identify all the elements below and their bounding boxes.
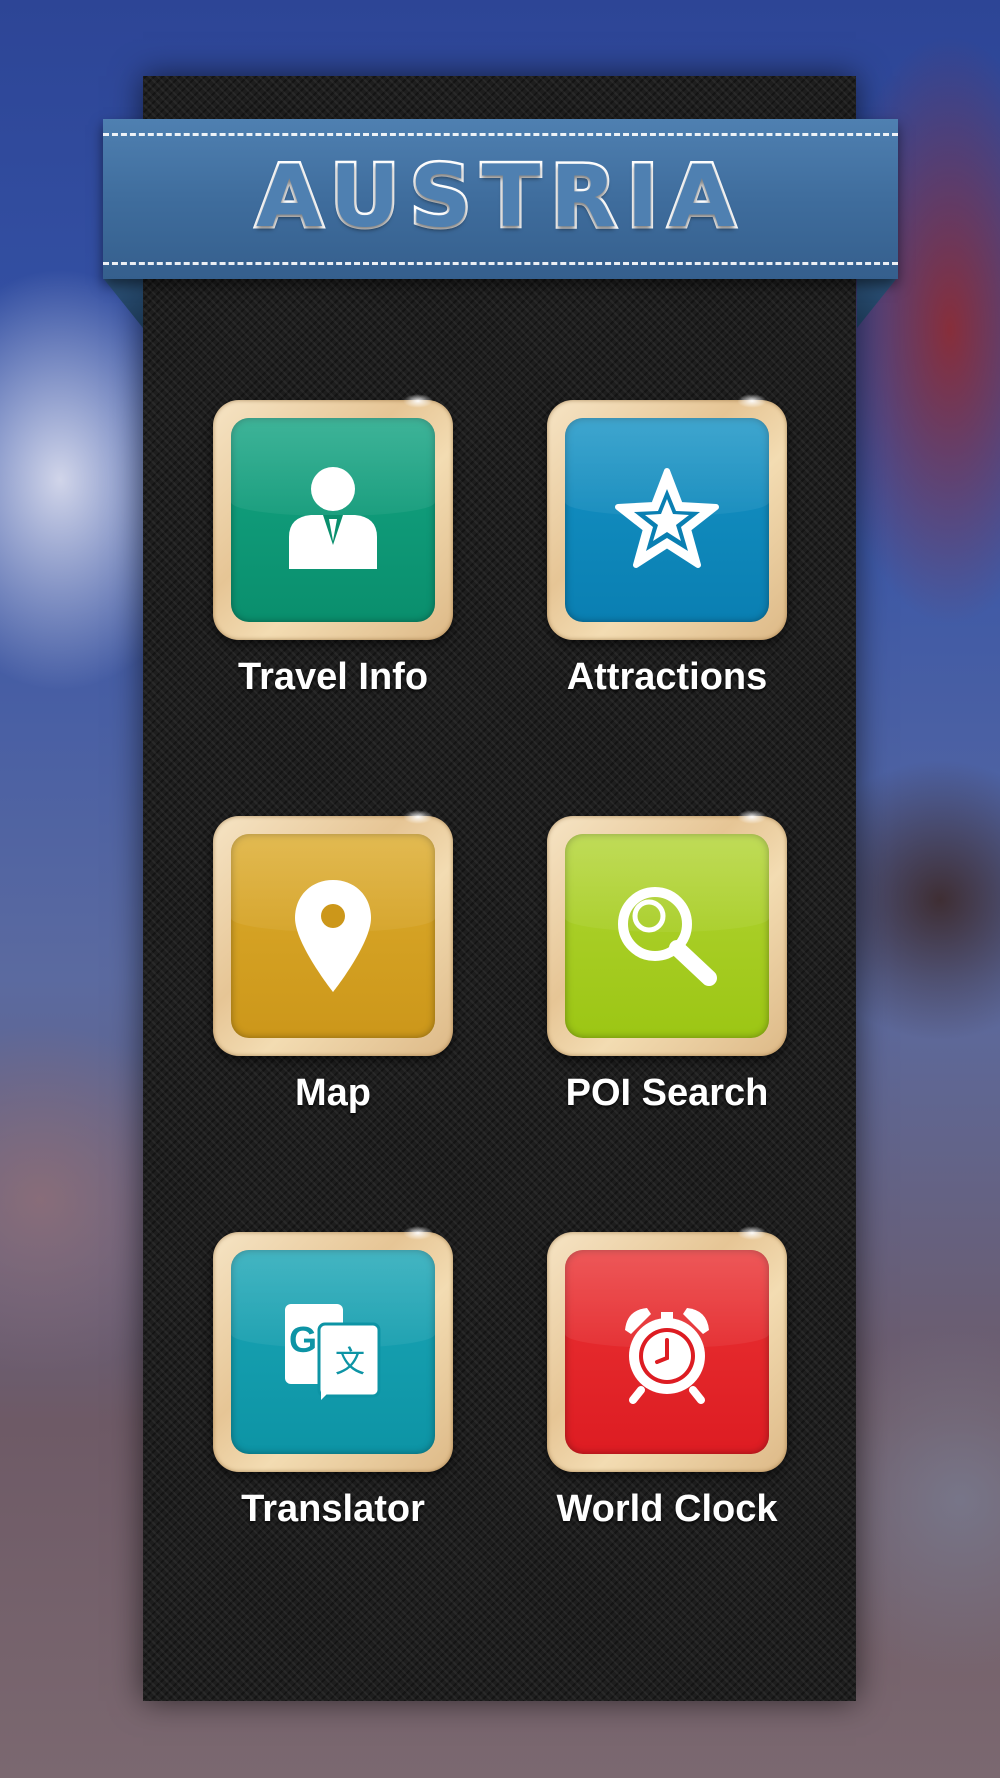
world-clock-button[interactable]: World Clock — [547, 1226, 787, 1530]
translator-button[interactable]: G 文 Translator — [213, 1226, 453, 1530]
tile-face: G 文 — [231, 1250, 435, 1454]
tile-face — [231, 834, 435, 1038]
tile-face — [231, 418, 435, 622]
travel-info-button[interactable]: Travel Info — [213, 394, 453, 698]
tile-shine — [403, 1226, 433, 1240]
map-button[interactable]: Map — [213, 810, 453, 1114]
star-icon — [615, 468, 719, 568]
attractions-button[interactable]: Attractions — [547, 394, 787, 698]
travel-info-label: Travel Info — [237, 656, 429, 698]
translate-icon: G 文 — [285, 1304, 381, 1400]
attractions-label: Attractions — [566, 656, 768, 698]
tile-face — [565, 834, 769, 1038]
banner-stitch-top — [103, 133, 898, 136]
svg-text:G: G — [289, 1319, 317, 1360]
tile-shine — [737, 810, 767, 824]
tile-shine — [403, 394, 433, 408]
tile-shine — [737, 1226, 767, 1240]
map-pin-icon — [295, 880, 371, 992]
poi-search-button[interactable]: POI Search — [547, 810, 787, 1114]
tile-face — [565, 1250, 769, 1454]
tile-shine — [737, 394, 767, 408]
person-icon — [289, 467, 377, 569]
poi-search-label: POI Search — [565, 1072, 769, 1114]
tile-shine — [403, 810, 433, 824]
translator-label: Translator — [241, 1488, 425, 1530]
title-banner: AUSTRIA — [103, 119, 898, 279]
search-icon — [618, 887, 717, 986]
svg-text:文: 文 — [335, 1345, 365, 1380]
alarm-clock-icon — [625, 1308, 709, 1404]
page-title: AUSTRIA — [253, 145, 746, 250]
banner-stitch-bottom — [103, 262, 898, 265]
world-clock-label: World Clock — [556, 1488, 778, 1530]
map-label: Map — [295, 1072, 371, 1114]
tile-face — [565, 418, 769, 622]
